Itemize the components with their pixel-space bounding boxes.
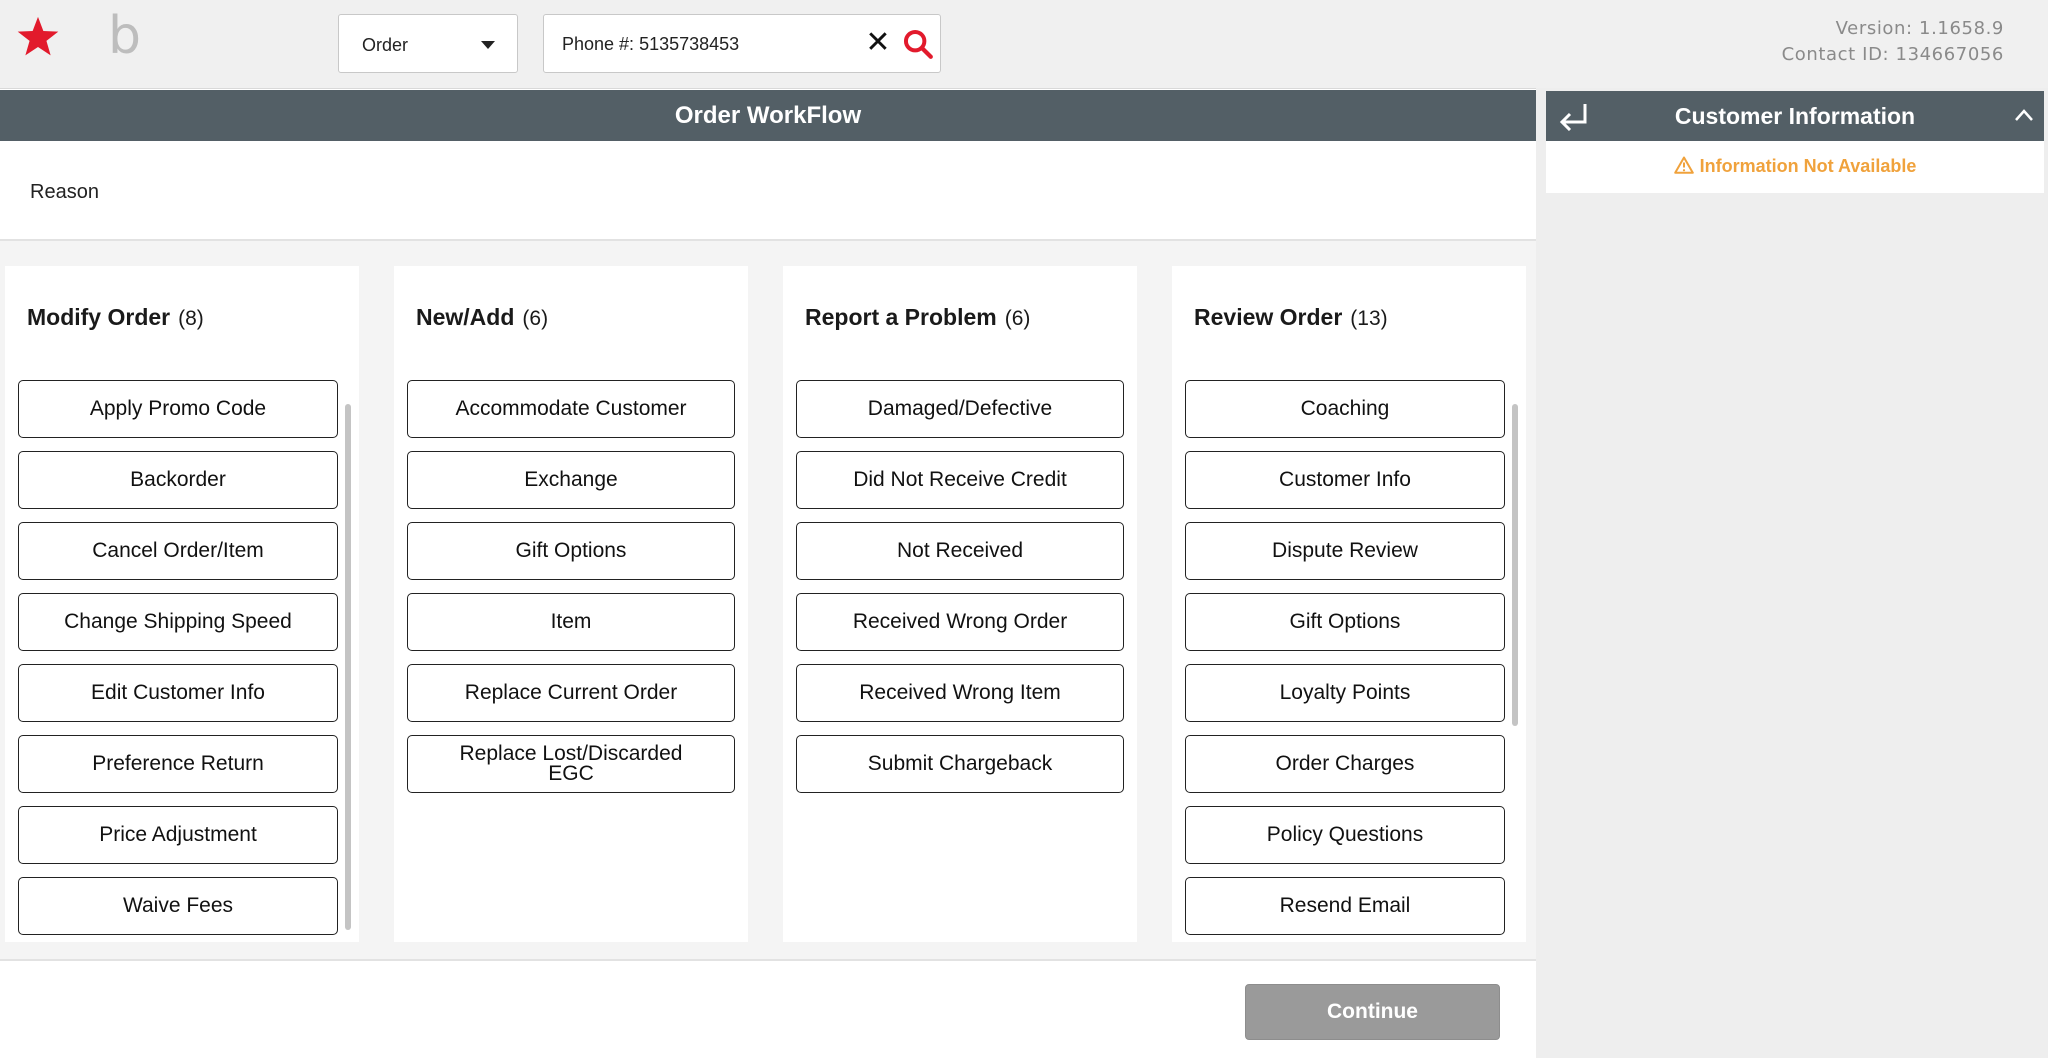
option-button[interactable]: Accommodate Customer	[407, 380, 735, 438]
option-button[interactable]: Gift Options	[1185, 593, 1505, 651]
option-button[interactable]: Price Adjustment	[18, 806, 338, 864]
option-button[interactable]: Submit Chargeback	[796, 735, 1124, 793]
option-button[interactable]: Customer Info	[1185, 451, 1505, 509]
reason-columns: Modify Order (8) Apply Promo Code Backord…	[0, 241, 1536, 961]
close-icon[interactable]: ✕	[862, 27, 894, 59]
b-logo[interactable]: b	[108, 6, 141, 66]
caret-down-icon	[481, 41, 495, 49]
version-text: Version: 1.1658.9	[1835, 18, 2004, 39]
customer-info-header: Customer Information	[1546, 91, 2044, 141]
option-button[interactable]: Exchange	[407, 451, 735, 509]
option-button[interactable]: Resend Email	[1185, 877, 1505, 935]
column-modify-order: Modify Order (8) Apply Promo Code Backord…	[5, 266, 359, 942]
option-button[interactable]: Dispute Review	[1185, 522, 1505, 580]
option-list: Coaching Customer Info Dispute Review Gi…	[1185, 380, 1505, 942]
option-button[interactable]: Order Charges	[1185, 735, 1505, 793]
workflow-title: Order WorkFlow	[0, 90, 1536, 141]
option-button[interactable]: Did Not Receive Credit	[796, 451, 1124, 509]
info-message: Information Not Available	[1546, 156, 2044, 177]
option-button[interactable]: Replace Current Order	[407, 664, 735, 722]
option-button[interactable]: Received Wrong Item	[796, 664, 1124, 722]
customer-info-body: Information Not Available	[1546, 141, 2044, 193]
column-title-text: Review Order	[1194, 304, 1343, 330]
column-title: Modify Order (8)	[27, 304, 204, 331]
column-title-text: New/Add	[416, 304, 515, 330]
option-button[interactable]: Apply Promo Code	[18, 380, 338, 438]
search-field[interactable]: Phone #: 5135738453 ✕	[543, 14, 941, 73]
column-title-text: Modify Order	[27, 304, 171, 330]
column-title: Report a Problem (6)	[805, 304, 1030, 331]
option-button[interactable]: Damaged/Defective	[796, 380, 1124, 438]
option-button[interactable]: Received Wrong Order	[796, 593, 1124, 651]
warning-icon	[1673, 156, 1694, 174]
option-list: Apply Promo Code Backorder Cancel Order/…	[18, 380, 338, 942]
contact-id-text: Contact ID: 134667056	[1781, 44, 2004, 65]
star-logo-icon[interactable]	[15, 14, 61, 60]
option-button[interactable]: Coaching	[1185, 380, 1505, 438]
scrollbar[interactable]	[345, 404, 351, 930]
search-icon[interactable]	[901, 27, 935, 61]
column-count: (6)	[1004, 307, 1031, 330]
search-input[interactable]: Phone #: 5135738453	[562, 34, 739, 55]
chevron-up-icon[interactable]	[2014, 107, 2034, 123]
option-button[interactable]: Loyalty Points	[1185, 664, 1505, 722]
info-message-text: Information Not Available	[1699, 156, 1917, 176]
customer-info-panel: Customer Information Information Not Ava…	[1536, 88, 2048, 1058]
scrollbar[interactable]	[1512, 404, 1518, 726]
type-dropdown-value: Order	[362, 35, 409, 55]
column-title: Review Order (13)	[1194, 304, 1388, 331]
column-review-order: Review Order (13) Coaching Customer Info …	[1172, 266, 1526, 942]
option-button[interactable]: Gift Options	[407, 522, 735, 580]
option-button[interactable]: Cancel Order/Item	[18, 522, 338, 580]
option-button[interactable]: Edit Customer Info	[18, 664, 338, 722]
option-list: Accommodate Customer Exchange Gift Optio…	[407, 380, 735, 806]
type-dropdown[interactable]: Order	[338, 14, 518, 73]
option-button[interactable]: Backorder	[18, 451, 338, 509]
option-list: Damaged/Defective Did Not Receive Credit…	[796, 380, 1124, 806]
column-count: (13)	[1350, 307, 1388, 330]
reason-label: Reason	[30, 181, 99, 203]
option-button[interactable]: Change Shipping Speed	[18, 593, 338, 651]
option-button[interactable]: Replace Lost/Discarded EGC	[407, 735, 735, 793]
customer-info-title: Customer Information	[1674, 103, 1916, 129]
option-button[interactable]: Policy Questions	[1185, 806, 1505, 864]
footer: Continue	[0, 961, 1536, 1058]
option-button[interactable]: Item	[407, 593, 735, 651]
column-title: New/Add (6)	[416, 304, 548, 331]
version-info: Version: 1.1658.9 Contact ID: 134667056	[1782, 16, 2004, 68]
option-button[interactable]: Waive Fees	[18, 877, 338, 935]
option-button[interactable]: Not Received	[796, 522, 1124, 580]
option-button[interactable]: Preference Return	[18, 735, 338, 793]
column-report-a-problem: Report a Problem (6) Damaged/Defective Di…	[783, 266, 1137, 942]
top-bar: b Order Phone #: 5135738453 ✕ Version: 1…	[0, 0, 2048, 89]
column-title-text: Report a Problem	[805, 304, 997, 330]
column-new-add: New/Add (6) Accommodate Customer Exchange…	[394, 266, 748, 942]
continue-button[interactable]: Continue	[1245, 984, 1500, 1040]
column-count: (6)	[522, 307, 549, 330]
reason-bar: Reason	[0, 141, 1536, 241]
column-count: (8)	[178, 307, 204, 330]
